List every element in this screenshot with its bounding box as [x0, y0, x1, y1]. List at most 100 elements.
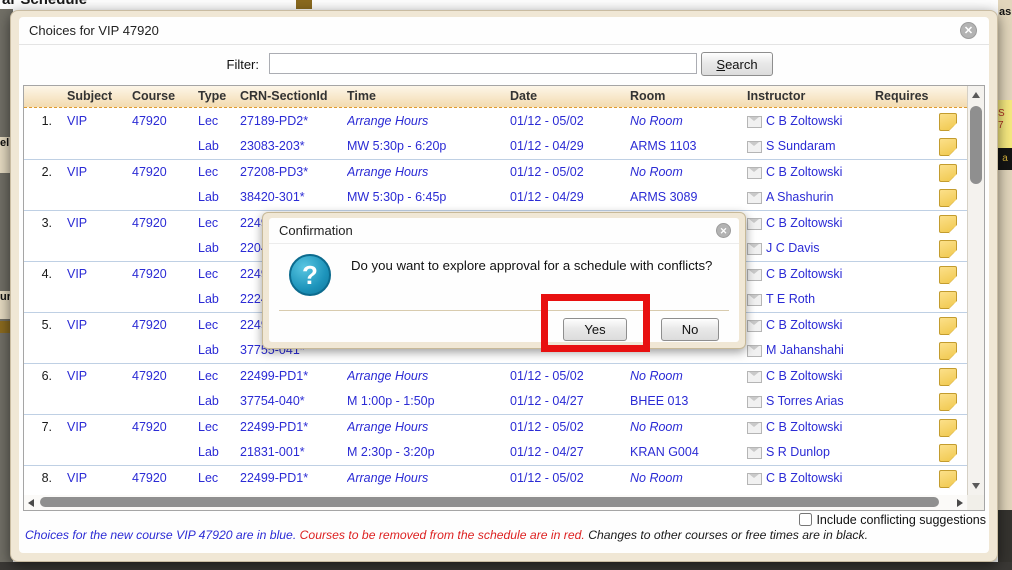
scroll-down-icon[interactable] — [972, 483, 980, 489]
filter-input[interactable] — [269, 53, 697, 74]
email-icon[interactable] — [747, 140, 762, 153]
cell-number — [24, 134, 67, 159]
cell-course: 47920 — [132, 114, 167, 128]
note-icon[interactable] — [939, 341, 957, 360]
lab-line: Lab 23083-203* MW 5:30p - 6:20p 01/12 - 04/… — [24, 134, 967, 159]
search-button[interactable]: Search — [701, 52, 773, 76]
cell-requires — [932, 440, 967, 465]
email-icon[interactable] — [747, 268, 762, 281]
cell-instructor: C B Zoltowski — [747, 313, 932, 338]
instructor-name[interactable]: S R Dunlop — [766, 440, 830, 465]
cell-date: 01/12 - 04/29 — [510, 139, 584, 153]
instructor-name[interactable]: C B Zoltowski — [766, 109, 842, 134]
instructor-name[interactable]: A Shashurin — [766, 185, 833, 210]
note-icon[interactable] — [939, 188, 957, 207]
cell-crn: 22499-PD1* — [240, 369, 309, 383]
course-choice-row[interactable]: 8. VIP 47920 Lec 22499-PD1* Arrange Hours 01/1… — [24, 465, 967, 495]
cell-crn: 38420-301* — [240, 190, 305, 204]
course-choice-row[interactable]: 6. VIP 47920 Lec 22499-PD1* Arrange Hours 01/1… — [24, 363, 967, 414]
cell-instructor: J C Davis — [747, 236, 932, 261]
cell-type: Lec — [198, 318, 219, 332]
instructor-name[interactable]: C B Zoltowski — [766, 211, 842, 236]
include-conflicting-checkbox[interactable] — [799, 513, 813, 526]
email-icon[interactable] — [747, 421, 762, 434]
close-icon[interactable]: ✕ — [960, 22, 977, 39]
note-icon[interactable] — [939, 112, 957, 131]
course-choice-row[interactable]: 7. VIP 47920 Lec 22499-PD1* Arrange Hours 01/1… — [24, 414, 967, 465]
instructor-name[interactable]: C B Zoltowski — [766, 160, 842, 185]
cell-time: M 1:00p - 1:50p — [347, 394, 435, 408]
email-icon[interactable] — [747, 472, 762, 485]
cell-crn: 27189-PD2* — [240, 114, 309, 128]
note-icon[interactable] — [939, 239, 957, 258]
note-icon[interactable] — [939, 316, 957, 335]
email-icon[interactable] — [747, 370, 762, 383]
note-icon[interactable] — [939, 214, 957, 233]
course-choice-row[interactable]: 2. VIP 47920 Lec 27208-PD3* Arrange Hours 01/1… — [24, 159, 967, 210]
note-icon[interactable] — [939, 469, 957, 488]
instructor-name[interactable]: T E Roth — [766, 287, 815, 312]
email-icon[interactable] — [747, 446, 762, 459]
lecture-line: 2. VIP 47920 Lec 27208-PD3* Arrange Hours 01/1… — [24, 160, 967, 185]
cell-subject — [67, 389, 132, 414]
cell-type: Lec — [198, 369, 219, 383]
cell-course — [132, 338, 198, 363]
confirmation-divider — [279, 310, 729, 311]
cell-requires — [932, 364, 967, 389]
cell-course: 47920 — [132, 267, 167, 281]
scroll-right-icon[interactable] — [957, 499, 963, 507]
no-button[interactable]: No — [661, 318, 719, 341]
email-icon[interactable] — [747, 293, 762, 306]
note-icon[interactable] — [939, 443, 957, 462]
instructor-name[interactable]: C B Zoltowski — [766, 313, 842, 338]
email-icon[interactable] — [747, 319, 762, 332]
note-icon[interactable] — [939, 392, 957, 411]
scroll-left-icon[interactable] — [28, 499, 34, 507]
email-icon[interactable] — [747, 166, 762, 179]
instructor-name[interactable]: S Torres Arias — [766, 389, 844, 414]
email-icon[interactable] — [747, 217, 762, 230]
note-icon[interactable] — [939, 163, 957, 182]
horizontal-scroll-thumb[interactable] — [40, 497, 939, 507]
horizontal-scrollbar[interactable] — [24, 495, 967, 510]
cell-date: 01/12 - 05/02 — [510, 165, 584, 179]
search-mnemonic: S — [716, 56, 726, 72]
email-icon[interactable] — [747, 242, 762, 255]
scroll-up-icon[interactable] — [972, 92, 980, 98]
note-icon[interactable] — [939, 290, 957, 309]
cell-type: Lab — [198, 394, 219, 408]
background-dark-fragment: a — [998, 148, 1012, 170]
email-icon[interactable] — [747, 344, 762, 357]
cell-type: Lab — [198, 445, 219, 459]
email-icon[interactable] — [747, 191, 762, 204]
search-label-rest: earch — [725, 56, 758, 72]
legend-segment-red: Courses to be removed from the schedule … — [299, 528, 589, 542]
instructor-name[interactable]: S Sundaram — [766, 134, 835, 159]
note-icon[interactable] — [939, 265, 957, 284]
cell-subject: VIP — [67, 216, 88, 230]
instructor-name[interactable]: C B Zoltowski — [766, 262, 842, 287]
cell-requires — [932, 415, 967, 440]
vertical-scroll-thumb[interactable] — [970, 106, 982, 184]
instructor-name[interactable]: M Jahanshahi — [766, 338, 844, 363]
cell-date: 01/12 - 05/02 — [510, 114, 584, 128]
vertical-scrollbar[interactable] — [967, 86, 984, 495]
cell-type: Lab — [198, 292, 219, 306]
instructor-name[interactable]: C B Zoltowski — [766, 364, 842, 389]
cell-requires — [932, 211, 967, 236]
note-icon[interactable] — [939, 137, 957, 156]
cell-subject: VIP — [67, 267, 88, 281]
course-choice-row[interactable]: 1. VIP 47920 Lec 27189-PD2* Arrange Hours 01/1… — [24, 109, 967, 159]
email-icon[interactable] — [747, 395, 762, 408]
instructor-name[interactable]: C B Zoltowski — [766, 415, 842, 440]
instructor-name[interactable]: J C Davis — [766, 236, 819, 261]
confirmation-close-icon[interactable]: ✕ — [716, 223, 731, 238]
note-icon[interactable] — [939, 418, 957, 437]
cell-requires — [932, 262, 967, 287]
instructor-name[interactable]: C B Zoltowski — [766, 466, 842, 491]
cell-course: 47920 — [132, 165, 167, 179]
email-icon[interactable] — [747, 115, 762, 128]
cell-date: 01/12 - 05/02 — [510, 471, 584, 485]
cell-course: 47920 — [132, 216, 167, 230]
note-icon[interactable] — [939, 367, 957, 386]
